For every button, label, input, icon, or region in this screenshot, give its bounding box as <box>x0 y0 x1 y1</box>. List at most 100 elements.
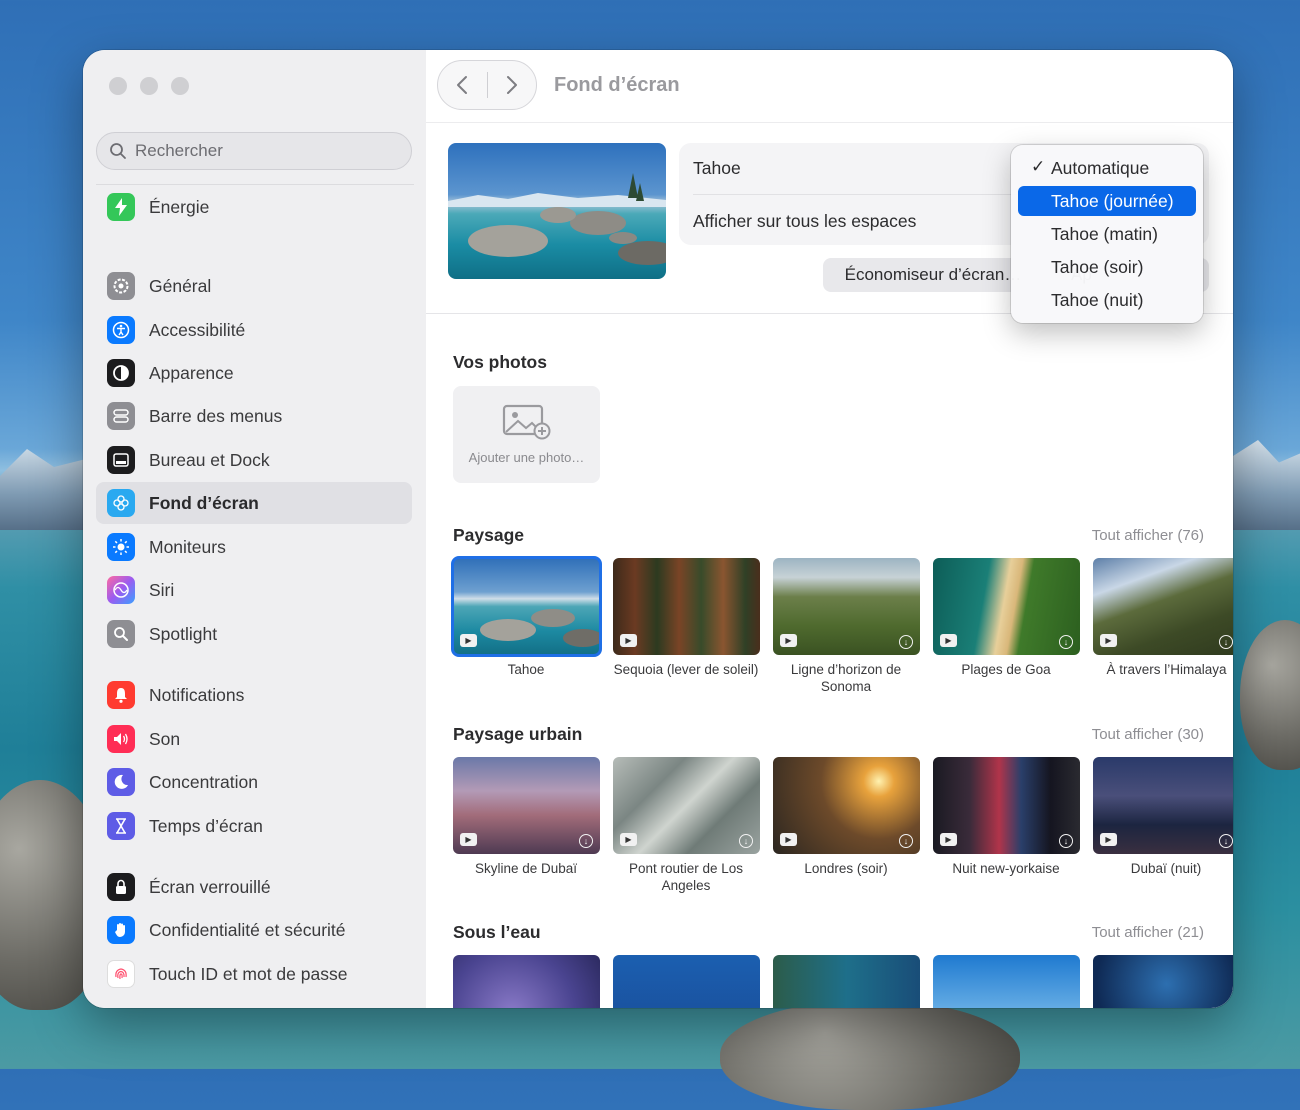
sidebar-item-notifications[interactable]: Notifications <box>96 674 412 716</box>
navigation-segment <box>437 60 537 110</box>
close-button[interactable] <box>109 77 127 95</box>
wallpaper-caption: Dubaï (nuit) <box>1130 861 1202 876</box>
wallpaper-thumb-sequoia[interactable]: ▶ <box>613 558 760 655</box>
download-icon[interactable]: ↓ <box>1059 834 1073 848</box>
popup-item-label: Tahoe (journée) <box>1051 190 1174 211</box>
sidebar-item-label: Accessibilité <box>149 319 246 340</box>
play-icon: ▶ <box>620 833 637 846</box>
sidebar-item-fond-ecran[interactable]: Fond d’écran <box>96 482 412 524</box>
download-icon[interactable]: ↓ <box>579 834 593 848</box>
sidebar-item-apparence[interactable]: Apparence <box>96 352 412 394</box>
popup-item-automatique[interactable]: ✓ Automatique <box>1018 153 1196 183</box>
wallpaper-caption: Nuit new-yorkaise <box>952 861 1060 876</box>
wallpaper-thumb-underwater[interactable] <box>613 955 760 1008</box>
search-icon <box>110 143 126 159</box>
lock-icon <box>107 873 135 901</box>
screensaver-button[interactable]: Économiseur d’écran… <box>823 258 1043 292</box>
fingerprint-icon <box>107 960 135 988</box>
chevron-left-icon <box>457 76 468 94</box>
gear-icon <box>107 272 135 300</box>
sidebar-item-accessibilite[interactable]: Accessibilité <box>96 309 412 351</box>
sidebar-item-ecran-verrouille[interactable]: Écran verrouillé <box>96 866 412 908</box>
back-button[interactable] <box>438 61 487 109</box>
play-icon: ▶ <box>1100 634 1117 647</box>
wallpaper-thumb-new-york[interactable]: ▶ ↓ <box>933 757 1080 854</box>
sidebar-item-general[interactable]: Général <box>96 265 412 307</box>
checkmark-icon: ✓ <box>1031 157 1046 176</box>
popup-item-soir[interactable]: Tahoe (soir) <box>1018 252 1196 282</box>
current-wallpaper-preview <box>448 143 666 279</box>
sidebar-item-label: Écran verrouillé <box>149 876 271 897</box>
window-controls <box>109 77 189 95</box>
sidebar-item-label: Concentration <box>149 771 258 792</box>
wallpaper-thumb-underwater[interactable] <box>933 955 1080 1008</box>
play-icon: ▶ <box>620 634 637 647</box>
wallpaper-caption: Ligne d’horizon de Sonoma <box>790 662 902 694</box>
sidebar-item-label: Énergie <box>149 196 210 217</box>
wallpaper-thumb-dubai[interactable]: ▶ ↓ <box>453 757 600 854</box>
popup-item-journee[interactable]: Tahoe (journée) <box>1018 186 1196 216</box>
show-all-eau[interactable]: Tout afficher (21) <box>1092 924 1204 941</box>
download-icon[interactable]: ↓ <box>899 635 913 649</box>
popup-item-nuit[interactable]: Tahoe (nuit) <box>1018 285 1196 315</box>
sidebar-item-energie[interactable]: Énergie <box>96 186 412 228</box>
show-all-urbain[interactable]: Tout afficher (30) <box>1092 726 1204 743</box>
popup-item-matin[interactable]: Tahoe (matin) <box>1018 219 1196 249</box>
wallpaper-thumb-londres[interactable]: ▶ ↓ <box>773 757 920 854</box>
show-all-spaces-label: Afficher sur tous les espaces <box>693 211 917 231</box>
desktop-rock <box>720 1000 1020 1110</box>
play-icon: ▶ <box>460 634 477 647</box>
sidebar-item-label: Temps d’écran <box>149 815 263 836</box>
popup-item-label: Automatique <box>1051 157 1150 178</box>
wallpaper-caption: Plages de Goa <box>961 662 1051 677</box>
wallpaper-thumb-underwater[interactable] <box>1093 955 1233 1008</box>
wallpaper-thumb-goa[interactable]: ▶ ↓ <box>933 558 1080 655</box>
section-title-urbain: Paysage urbain <box>453 724 583 744</box>
add-photo-button[interactable]: Ajouter une photo… <box>453 386 600 483</box>
desktop-rock <box>1240 620 1300 770</box>
download-icon[interactable]: ↓ <box>899 834 913 848</box>
sidebar-item-bureau-dock[interactable]: Bureau et Dock <box>96 439 412 481</box>
page-title: Fond d’écran <box>554 74 680 96</box>
sidebar-item-concentration[interactable]: Concentration <box>96 761 412 803</box>
popup-item-label: Tahoe (soir) <box>1051 256 1144 277</box>
popup-item-label: Tahoe (matin) <box>1051 223 1158 244</box>
download-icon[interactable]: ↓ <box>1219 834 1233 848</box>
wallpaper-thumb-los-angeles[interactable]: ▶ ↓ <box>613 757 760 854</box>
sidebar-item-barre-menus[interactable]: Barre des menus <box>96 395 412 437</box>
sidebar-item-confidentialite[interactable]: Confidentialité et sécurité <box>96 909 412 951</box>
search-input[interactable]: Rechercher <box>96 132 412 170</box>
wallpaper-thumb-dubai-nuit[interactable]: ▶ ↓ <box>1093 757 1233 854</box>
sidebar-item-son[interactable]: Son <box>96 718 412 760</box>
toolbar: Fond d’écran <box>426 50 1233 123</box>
sidebar-item-siri[interactable]: Siri <box>96 569 412 611</box>
sidebar-item-touch-id[interactable]: Touch ID et mot de passe <box>96 953 412 995</box>
sidebar-item-label: Moniteurs <box>149 536 226 557</box>
speaker-icon <box>107 725 135 753</box>
sidebar-item-moniteurs[interactable]: Moniteurs <box>96 526 412 568</box>
search-placeholder: Rechercher <box>135 141 223 160</box>
forward-button[interactable] <box>488 61 537 109</box>
wallpaper-thumb-tahoe[interactable]: ▶ <box>451 556 602 657</box>
zoom-button[interactable] <box>171 77 189 95</box>
play-icon: ▶ <box>940 634 957 647</box>
sidebar-item-spotlight[interactable]: Spotlight <box>96 613 412 655</box>
popup-item-label: Tahoe (nuit) <box>1051 289 1144 310</box>
download-icon[interactable]: ↓ <box>1059 635 1073 649</box>
sidebar-item-temps-ecran[interactable]: Temps d’écran <box>96 805 412 847</box>
menubar-icon <box>107 402 135 430</box>
sidebar-item-label: Fond d’écran <box>149 492 259 513</box>
wallpaper-thumb-sonoma[interactable]: ▶ ↓ <box>773 558 920 655</box>
magnifier-icon <box>107 620 135 648</box>
chevron-right-icon <box>506 76 517 94</box>
wallpaper-thumb-underwater[interactable] <box>453 955 600 1008</box>
play-icon: ▶ <box>780 634 797 647</box>
download-icon[interactable]: ↓ <box>1219 635 1233 649</box>
wallpaper-thumb-himalaya[interactable]: ▶ ↓ <box>1093 558 1233 655</box>
sidebar-item-label: Apparence <box>149 362 234 383</box>
show-all-paysage[interactable]: Tout afficher (76) <box>1092 527 1204 544</box>
wallpaper-thumb-underwater[interactable] <box>773 955 920 1008</box>
minimize-button[interactable] <box>140 77 158 95</box>
settings-window: Rechercher Énergie Général Accessibilité <box>83 50 1233 1008</box>
download-icon[interactable]: ↓ <box>739 834 753 848</box>
